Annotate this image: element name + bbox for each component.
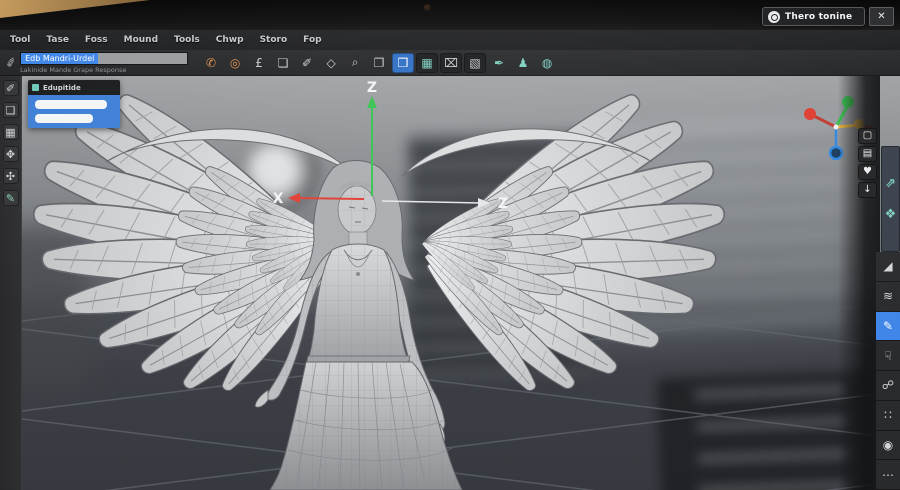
cube-icon[interactable]: ❖ <box>885 207 897 222</box>
menu-item[interactable]: Storo <box>260 35 288 45</box>
eye-tool-icon[interactable]: ◉ <box>876 430 900 461</box>
blurred-scene-list-panel <box>656 369 900 490</box>
folder-tool-icon[interactable]: ❒ <box>392 52 415 73</box>
selection-set-dropdown[interactable]: Edb Mandri-Urdel <box>20 51 189 65</box>
wave-tool-icon[interactable]: ≋ <box>876 281 900 312</box>
menu-item[interactable]: Tool <box>10 35 30 45</box>
search-icon <box>768 10 780 23</box>
figure-tool-icon[interactable]: ♟ <box>512 53 534 73</box>
left-tool-rail: ✐ ❏ ▦ ✥ ✣ ✎ <box>0 76 22 490</box>
main-toolbar: ✐ Edb Mandri-Urdel Lakinide Mande Grape … <box>0 50 900 76</box>
pen-cursor-icon: ✐ <box>4 54 18 71</box>
orb-tool-icon[interactable]: ◍ <box>536 53 558 73</box>
more-tool-icon[interactable]: ⋯ <box>876 460 900 490</box>
gear-icon[interactable]: ✥ <box>2 146 19 162</box>
ramp-tool-icon[interactable]: ◢ <box>876 252 900 282</box>
grid-icon[interactable]: ▦ <box>2 124 19 140</box>
menu-item[interactable]: Foss <box>85 35 108 45</box>
beads-tool-icon[interactable]: ∷ <box>876 400 900 431</box>
close-button[interactable]: ✕ <box>869 7 894 26</box>
arrow-ne-icon[interactable]: ⇗ <box>885 176 896 191</box>
panel-entry[interactable] <box>35 100 107 109</box>
clamp-tool-icon[interactable]: ☍ <box>876 371 900 401</box>
heart-icon[interactable]: ♥ <box>858 164 877 180</box>
tooltip-panel[interactable]: Edupitide <box>28 80 120 128</box>
menu-item[interactable]: Mound <box>124 35 158 45</box>
quill-tool-icon[interactable]: ✒ <box>488 53 510 73</box>
panel-title: Edupitide <box>43 83 81 92</box>
panel-selection[interactable] <box>28 95 120 128</box>
gizmo-x-label: X <box>273 191 284 207</box>
selection-set-caption: Lakinide Mande Grape Response <box>20 65 127 74</box>
brush-icon[interactable]: ✎ <box>2 190 19 206</box>
layers-icon[interactable]: ▤ <box>858 146 877 162</box>
menu-item[interactable]: Chwp <box>216 35 244 45</box>
poly-icon[interactable]: ✣ <box>2 168 19 184</box>
tag-tool-icon[interactable]: ◇ <box>320 53 342 73</box>
magnifier-tool-icon[interactable]: ⌕ <box>344 53 366 73</box>
viewport-quick-actions: ▢ ▤ ♥ ↓ <box>858 128 877 198</box>
hand-tool-icon[interactable]: ☟ <box>876 341 900 371</box>
right-side-panel: ⇗ ❖ <box>881 146 900 252</box>
selection-set-value: Edb Mandri-Urdel <box>21 52 99 64</box>
frame-icon[interactable]: ❏ <box>2 102 19 118</box>
frame-tool-icon[interactable]: ❏ <box>272 53 294 73</box>
right-tool-rail: ◢ ≋ ✎ ☟ ☍ ∷ ◉ ⋯ <box>876 252 900 490</box>
pipette-icon[interactable]: ✐ <box>2 80 19 96</box>
copy-tool-icon[interactable]: ❐ <box>368 53 390 73</box>
frame-icon[interactable]: ▢ <box>858 128 877 144</box>
menu-item[interactable]: Tase <box>46 35 69 45</box>
hook-tool-icon[interactable]: ✆ <box>200 53 222 73</box>
menu-bar: Tool Tase Foss Mound Tools Chwp Storo Fo… <box>0 30 900 50</box>
panel-entry[interactable] <box>35 114 93 123</box>
currency-tool-icon[interactable]: £ <box>248 53 270 73</box>
search-box[interactable]: Thero tonine <box>762 7 865 26</box>
application-window: Z X Z Thero tonine ✕ Tool Tase Foss Moun… <box>0 0 900 490</box>
webcam-dot <box>424 4 431 11</box>
pen-tool-icon[interactable]: ✐ <box>296 53 318 73</box>
menu-item[interactable]: Tools <box>174 35 200 45</box>
image-tool-icon[interactable]: ▧ <box>464 52 487 73</box>
trash-tool-icon[interactable]: ⌧ <box>440 52 463 73</box>
search-input-value[interactable]: Thero tonine <box>785 12 852 22</box>
gizmo-z-up-label: Z <box>367 80 377 96</box>
pen-tool-icon[interactable]: ✎ <box>876 311 900 342</box>
download-icon[interactable]: ↓ <box>858 182 877 198</box>
wirebox-tool-icon[interactable]: ▦ <box>416 52 439 73</box>
gizmo-z-right-label: Z <box>498 196 508 212</box>
ring-tool-icon[interactable]: ◎ <box>224 53 246 73</box>
panel-icon <box>32 84 39 91</box>
menu-item[interactable]: Fop <box>303 35 321 45</box>
